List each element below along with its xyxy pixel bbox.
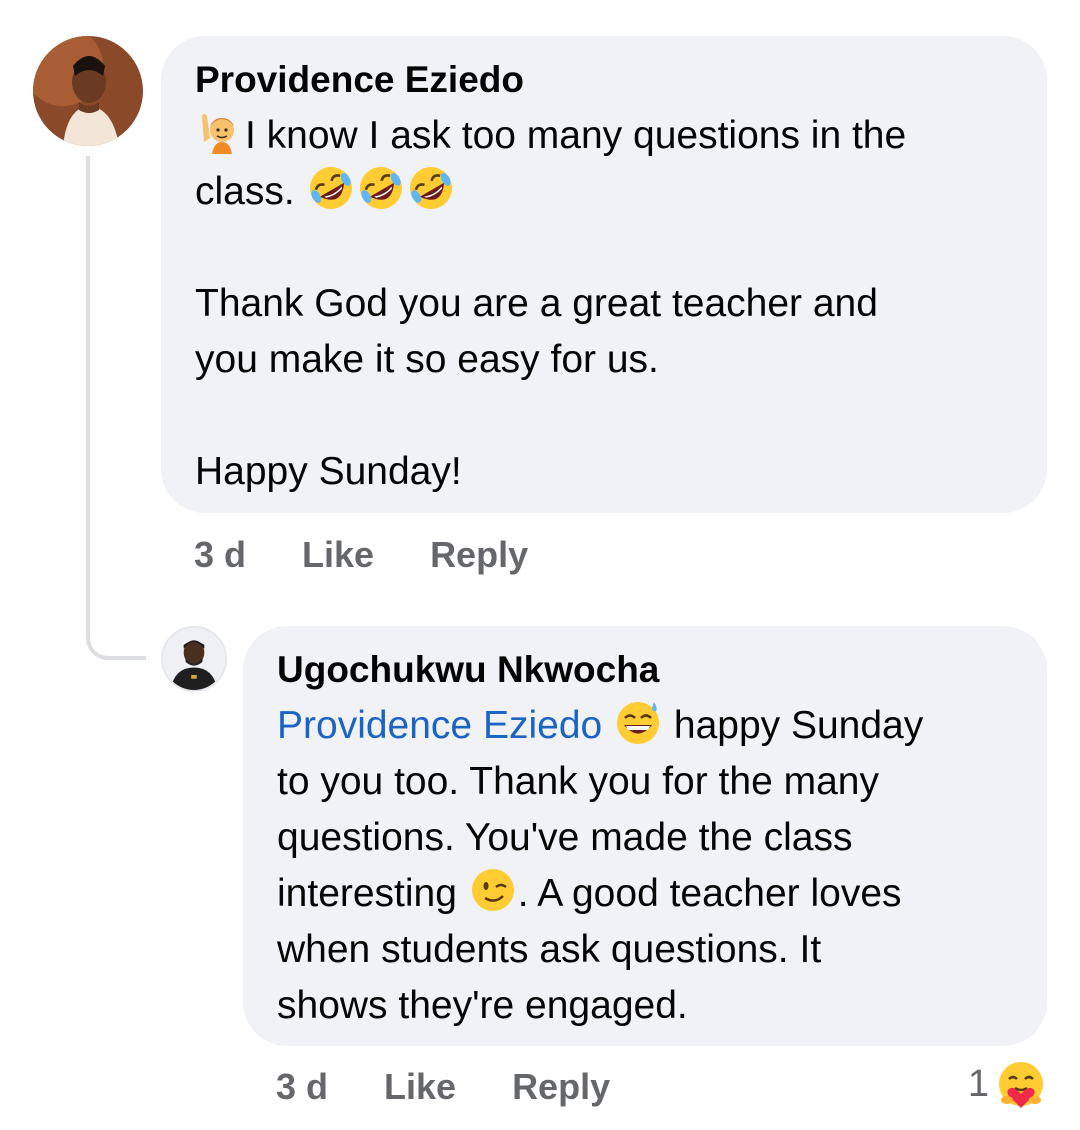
comment-paragraph: Thank God you are a great teacher and yo…: [195, 282, 878, 381]
comment-timestamp[interactable]: 3 d: [194, 534, 246, 576]
reply-button[interactable]: Reply: [512, 1066, 610, 1108]
like-button[interactable]: Like: [302, 534, 374, 576]
mention-link[interactable]: Providence Eziedo: [277, 704, 602, 747]
comment-text-line1: I know I ask too many questions in the: [245, 114, 907, 157]
care-reaction-icon: [995, 1058, 1047, 1110]
rolling-on-floor-laughing-emoji-icon: [407, 164, 455, 212]
avatar[interactable]: [33, 36, 143, 146]
comment-actions: 3 d Like Reply: [194, 534, 528, 576]
reaction-count: 1: [967, 1062, 989, 1105]
reply-button[interactable]: Reply: [430, 534, 528, 576]
comment-paragraph: Happy Sunday!: [195, 450, 462, 493]
comment-bubble: Providence Eziedo I know I ask too many …: [161, 36, 1047, 513]
comment-bubble: Ugochukwu Nkwocha Providence Eziedo happ…: [243, 626, 1047, 1046]
rolling-on-floor-laughing-emoji-icon: [307, 164, 355, 212]
comment-author[interactable]: Ugochukwu Nkwocha: [277, 648, 1013, 692]
winking-face-emoji-icon: [469, 866, 517, 914]
like-button[interactable]: Like: [384, 1066, 456, 1108]
avatar[interactable]: [161, 626, 227, 692]
comment-text-line2: class.: [195, 170, 306, 213]
comment-actions: 3 d Like Reply: [276, 1066, 610, 1108]
comment-text: Providence Eziedo happy Sunday to you to…: [277, 698, 1013, 1034]
reaction-summary[interactable]: 1: [968, 1058, 1047, 1110]
person-raising-hand-emoji-icon: [196, 108, 244, 156]
reply-thread-line: [86, 156, 146, 660]
grinning-sweat-emoji-icon: [614, 698, 662, 746]
comment-text: I know I ask too many questions in the c…: [195, 108, 1013, 220]
rolling-on-floor-laughing-emoji-icon: [357, 164, 405, 212]
comment-timestamp[interactable]: 3 d: [276, 1066, 328, 1108]
comment-author[interactable]: Providence Eziedo: [195, 58, 1013, 102]
